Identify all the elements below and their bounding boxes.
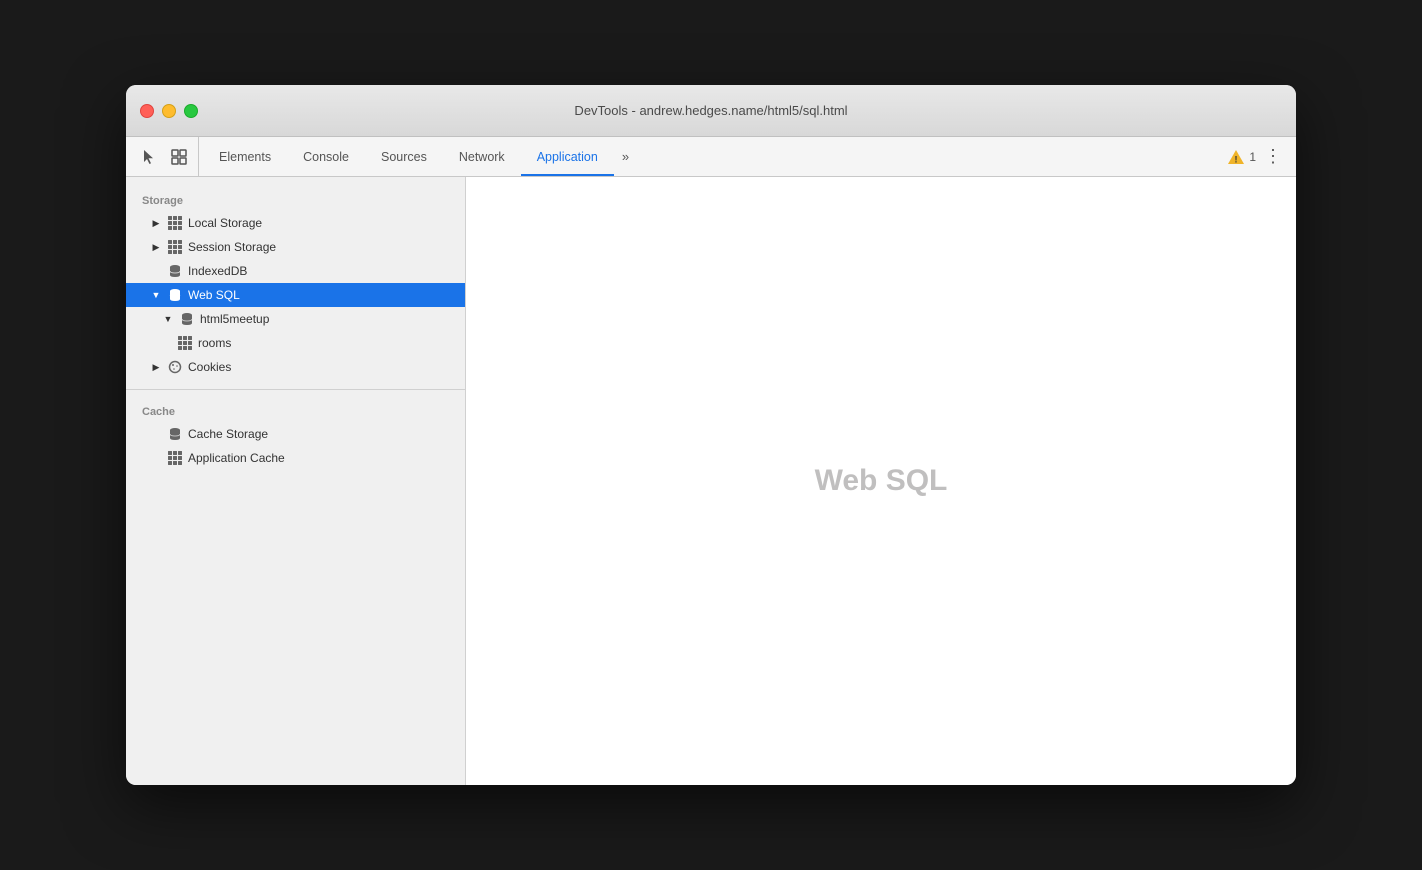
storage-section-label: Storage [126,189,465,211]
html5meetup-label: html5meetup [200,312,269,326]
chevron-down-icon: ▼ [150,289,162,301]
tab-network[interactable]: Network [443,137,521,176]
svg-text:!: ! [1235,154,1238,164]
sidebar-item-html5meetup[interactable]: ▼ html5meetup [126,307,465,331]
toolbar: Elements Console Sources Network Applica… [126,137,1296,177]
chevron-right-icon: ▶ [150,361,162,373]
sidebar-item-session-storage[interactable]: ▶ Session Storage [126,235,465,259]
main-panel: Web SQL [466,177,1296,785]
cookie-icon [168,360,182,374]
sidebar-item-indexeddb[interactable]: ▶ IndexedDB [126,259,465,283]
traffic-lights [140,104,198,118]
tab-application[interactable]: Application [521,137,614,176]
chevron-right-icon: ▶ [150,217,162,229]
sidebar-divider [126,389,465,390]
grid-icon [168,240,182,254]
close-button[interactable] [140,104,154,118]
rooms-label: rooms [198,336,231,350]
tab-nav: Elements Console Sources Network Applica… [203,137,1217,176]
toolbar-icon-group [130,137,199,176]
application-cache-label: Application Cache [188,451,285,465]
sidebar-item-local-storage[interactable]: ▶ Local Storage [126,211,465,235]
window-title: DevTools - andrew.hedges.name/html5/sql.… [574,103,847,118]
warning-badge[interactable]: ! 1 [1227,149,1256,165]
sidebar-item-rooms[interactable]: rooms [126,331,465,355]
sidebar-item-web-sql[interactable]: ▼ Web SQL [126,283,465,307]
sidebar: Storage ▶ Local Storage ▶ [126,177,466,785]
web-sql-label: Web SQL [188,288,240,302]
tab-more[interactable]: » [614,137,637,176]
indexeddb-label: IndexedDB [188,264,247,278]
chevron-right-icon: ▶ [150,241,162,253]
main-placeholder: Web SQL [815,464,948,498]
titlebar: DevTools - andrew.hedges.name/html5/sql.… [126,85,1296,137]
tab-sources[interactable]: Sources [365,137,443,176]
fullscreen-button[interactable] [184,104,198,118]
database-icon [168,427,182,441]
sidebar-item-cache-storage[interactable]: ▶ Cache Storage [126,422,465,446]
local-storage-label: Local Storage [188,216,262,230]
cache-storage-label: Cache Storage [188,427,268,441]
minimize-button[interactable] [162,104,176,118]
database-icon [168,288,182,302]
database-icon [180,312,194,326]
cookies-label: Cookies [188,360,231,374]
main-content: Storage ▶ Local Storage ▶ [126,177,1296,785]
tab-console[interactable]: Console [287,137,365,176]
menu-button[interactable]: ⋮ [1264,146,1282,167]
toolbar-right: ! 1 ⋮ [1217,137,1292,176]
grid-icon [168,216,182,230]
cache-section-label: Cache [126,400,465,422]
session-storage-label: Session Storage [188,240,276,254]
devtools-window: DevTools - andrew.hedges.name/html5/sql.… [126,85,1296,785]
chevron-down-icon: ▼ [162,313,174,325]
database-icon [168,264,182,278]
inspect-icon[interactable] [168,146,190,168]
sidebar-item-cookies[interactable]: ▶ Cookies [126,355,465,379]
cursor-icon[interactable] [138,146,160,168]
table-icon [178,336,192,350]
sidebar-item-application-cache[interactable]: ▶ Application Cache [126,446,465,470]
tab-elements[interactable]: Elements [203,137,287,176]
grid-icon [168,451,182,465]
